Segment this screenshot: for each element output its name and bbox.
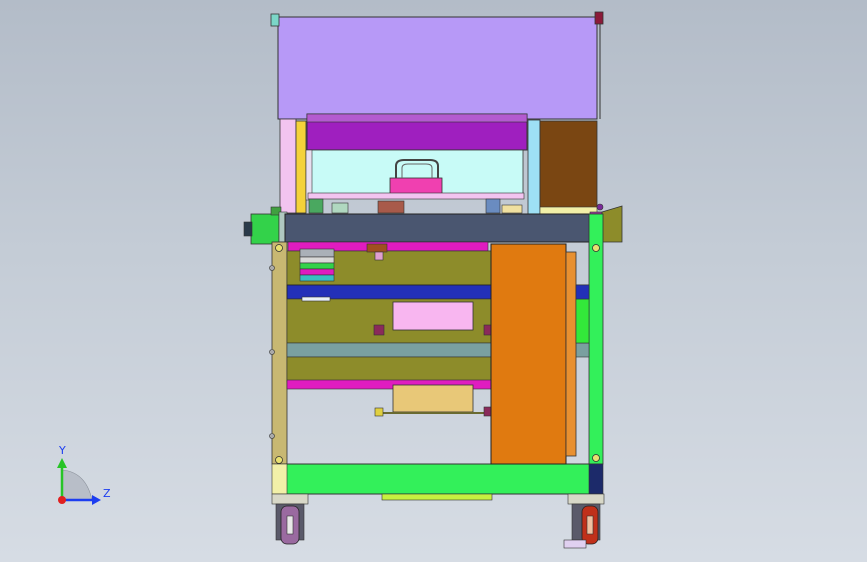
y-axis-label: Y	[58, 444, 66, 457]
caster-brake	[563, 539, 587, 549]
triad-origin-icon	[58, 496, 66, 504]
bolt	[592, 244, 600, 252]
y-axis-arrow-icon	[57, 458, 67, 468]
caster-mount	[271, 493, 309, 505]
cad-viewport[interactable]: Y Z	[0, 0, 867, 562]
orange-door	[490, 243, 567, 465]
clamp-center	[377, 200, 405, 214]
rod-end-left	[374, 407, 384, 417]
frame-bottom-strip	[381, 493, 493, 501]
motor-body	[250, 213, 280, 245]
clamp-small	[331, 202, 349, 214]
z-axis-label: Z	[103, 487, 111, 500]
slide-rail-top	[306, 113, 528, 123]
clamp-right	[485, 198, 501, 214]
plate-magenta	[299, 268, 335, 276]
tan-box	[392, 384, 474, 413]
top-cover-group	[270, 11, 604, 120]
left-motor	[243, 206, 288, 245]
plate-stripes	[299, 256, 335, 264]
frame-bottom-rail	[285, 463, 591, 495]
beam-right-wedge	[601, 205, 623, 243]
caster-mount	[567, 493, 605, 505]
caster-hub	[286, 515, 294, 535]
bolt	[269, 349, 275, 355]
clamp-left	[308, 198, 324, 214]
plate-grey	[299, 248, 335, 258]
bolt	[275, 456, 283, 464]
orientation-triad[interactable]: Y Z	[57, 444, 111, 505]
pink-box	[392, 301, 474, 331]
z-axis-arrow-icon	[92, 495, 101, 505]
top-cover	[277, 16, 598, 120]
brown-panel-base	[539, 206, 598, 215]
triad-plane-icon	[61, 469, 93, 501]
caster-hub	[586, 515, 594, 535]
motor-cap	[243, 221, 253, 237]
window-right-frame	[527, 119, 541, 215]
top-cover-right-post	[594, 11, 604, 25]
right-caster	[563, 493, 605, 549]
green-side-block	[575, 298, 590, 344]
small-latch-2	[374, 251, 384, 261]
small-latch	[366, 243, 388, 253]
main-beam	[284, 213, 592, 243]
left-side-panel	[279, 118, 297, 214]
top-cover-left-post	[270, 13, 280, 27]
bracket-a	[373, 324, 385, 336]
window-left-frame	[305, 149, 313, 201]
left-yellow-post	[295, 120, 307, 214]
upper-bay	[279, 113, 598, 215]
frame-bottom-left-block	[271, 463, 288, 495]
plate-teal	[299, 274, 335, 282]
assembly-drawing: Y Z	[57, 11, 623, 549]
clamp-right-pad	[501, 204, 523, 214]
door-gap-strip	[575, 284, 590, 300]
left-caster	[271, 493, 309, 545]
brown-panel	[539, 120, 598, 209]
bolt	[596, 203, 604, 211]
plate-white	[301, 296, 331, 302]
olive-panel-lower	[286, 356, 492, 383]
frame-bottom-right-block	[588, 463, 604, 495]
orange-door-group	[490, 243, 590, 465]
door-edge	[565, 251, 577, 457]
plate-green	[299, 262, 335, 270]
bolt	[269, 265, 275, 271]
handle-base	[389, 177, 443, 195]
bolt	[269, 433, 275, 439]
bolt	[592, 454, 600, 462]
bolt	[275, 244, 283, 252]
tray	[307, 192, 525, 200]
